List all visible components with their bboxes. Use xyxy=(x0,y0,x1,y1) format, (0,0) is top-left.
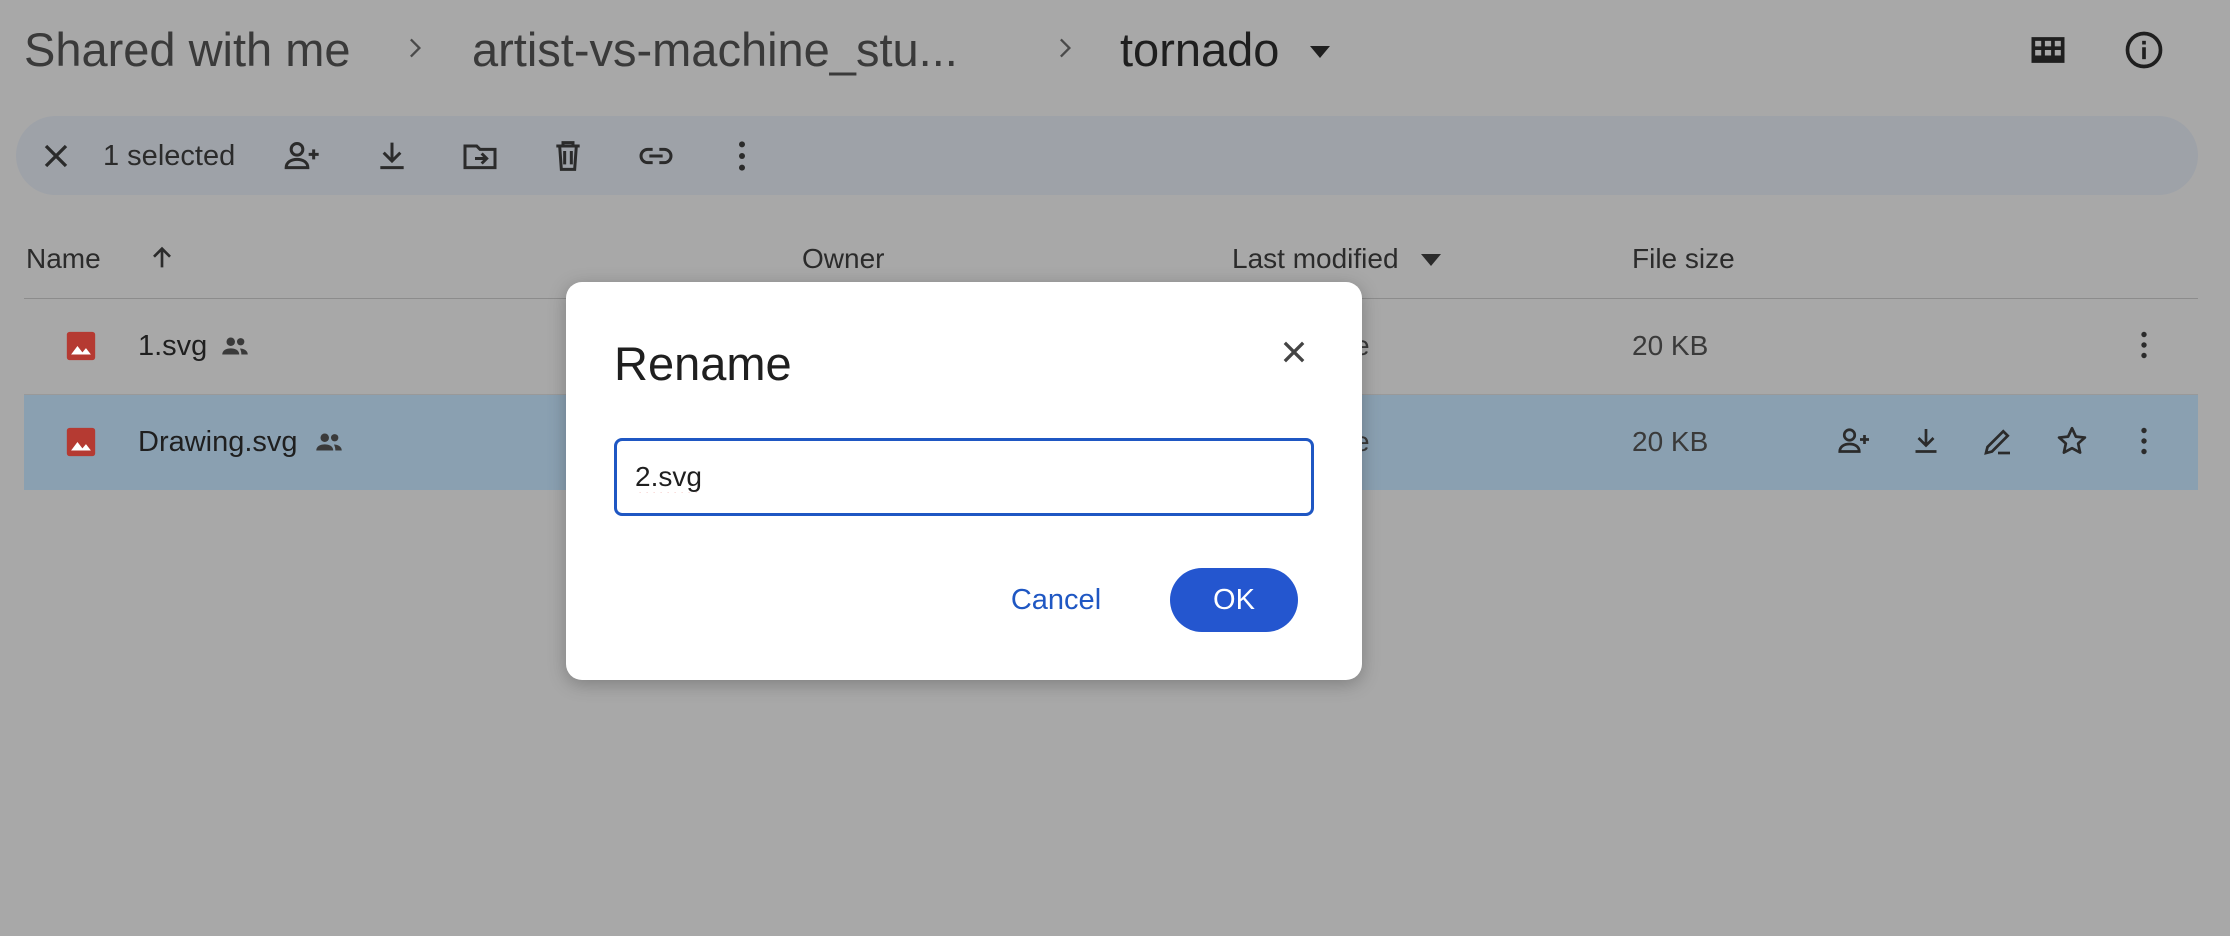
file-size: 20 KB xyxy=(1632,426,1709,457)
info-icon[interactable] xyxy=(2122,28,2166,72)
more-vert-icon[interactable] xyxy=(2126,423,2162,459)
breadcrumb-current-folder[interactable]: tornado xyxy=(1120,22,1279,78)
selected-count: 1 selected xyxy=(103,140,236,172)
chevron-right-icon xyxy=(400,34,428,62)
star-icon[interactable] xyxy=(2054,423,2090,459)
link-icon[interactable] xyxy=(636,136,676,176)
share-person-icon[interactable] xyxy=(282,136,322,176)
trash-icon[interactable] xyxy=(548,136,588,176)
close-icon[interactable] xyxy=(36,136,76,176)
more-vert-icon[interactable] xyxy=(722,136,762,176)
column-header-name[interactable]: Name xyxy=(26,241,101,277)
shared-people-icon xyxy=(312,425,346,459)
file-name: Drawing.svg xyxy=(138,426,298,458)
ok-button[interactable]: OK xyxy=(1170,568,1298,632)
rename-pencil-icon[interactable] xyxy=(1980,423,2016,459)
image-file-icon xyxy=(64,329,98,363)
rename-input[interactable] xyxy=(614,438,1314,516)
column-header-owner[interactable]: Owner xyxy=(802,241,884,277)
close-icon[interactable] xyxy=(1272,330,1316,374)
selection-toolbar: 1 selected xyxy=(16,116,2198,195)
rename-dialog: Rename Cancel OK xyxy=(566,282,1362,680)
shared-people-icon xyxy=(218,329,252,363)
chevron-right-icon xyxy=(1050,34,1078,62)
file-name: 1.svg xyxy=(138,330,208,362)
grid-view-icon[interactable] xyxy=(2026,28,2070,72)
header: Shared with me artist-vs-machine_stu... … xyxy=(0,0,2230,105)
more-vert-icon[interactable] xyxy=(2126,327,2162,363)
column-header-last-modified[interactable]: Last modified xyxy=(1232,241,1399,277)
cancel-button[interactable]: Cancel xyxy=(986,568,1126,632)
arrow-up-icon[interactable] xyxy=(146,242,178,274)
breadcrumb-shared-with-me[interactable]: Shared with me xyxy=(24,22,351,78)
column-header-file-size[interactable]: File size xyxy=(1632,241,1735,277)
move-to-folder-icon[interactable] xyxy=(460,136,500,176)
dialog-title: Rename xyxy=(614,337,792,390)
image-file-icon xyxy=(64,425,98,459)
sort-caret-icon[interactable] xyxy=(1420,252,1442,268)
folder-menu-caret-icon[interactable] xyxy=(1306,40,1334,64)
share-person-icon[interactable] xyxy=(1836,423,1872,459)
breadcrumb-folder[interactable]: artist-vs-machine_stu... xyxy=(472,22,958,78)
download-icon[interactable] xyxy=(1908,423,1944,459)
file-size: 20 KB xyxy=(1632,330,1709,361)
download-icon[interactable] xyxy=(372,136,412,176)
